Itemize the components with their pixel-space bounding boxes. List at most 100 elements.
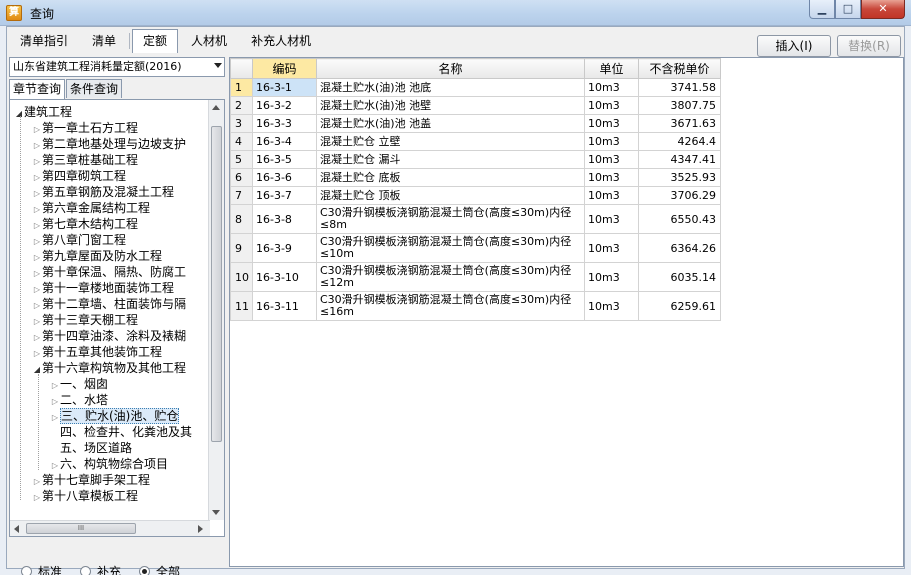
- code-cell[interactable]: 16-3-6: [252, 168, 317, 187]
- tree-node[interactable]: ▷ 第十章保温、隔热、防腐工: [12, 264, 208, 280]
- unit-cell[interactable]: 10m3: [584, 291, 639, 321]
- table-row[interactable]: 11 16-3-11 C30滑升钢模板浇钢筋混凝土筒仓(高度≤30m)内径≤16m 1…: [230, 291, 721, 321]
- row-number-cell[interactable]: 10: [230, 262, 253, 292]
- name-cell[interactable]: 混凝土贮仓 立壁: [316, 132, 585, 151]
- tree-node[interactable]: ▷ 六、构筑物综合项目: [12, 456, 208, 472]
- table-row[interactable]: 2 16-3-2 混凝土贮水(油)池 池壁 10m3 3807.75: [230, 96, 721, 115]
- name-cell[interactable]: C30滑升钢模板浇钢筋混凝土筒仓(高度≤30m)内径≤8m: [316, 204, 585, 234]
- scroll-up-icon[interactable]: [212, 105, 220, 110]
- name-cell[interactable]: 混凝土贮水(油)池 池盖: [316, 114, 585, 133]
- price-cell[interactable]: 3706.29: [638, 186, 721, 205]
- tree-horizontal-scroll-thumb[interactable]: III: [26, 523, 136, 534]
- name-cell[interactable]: 混凝土贮仓 底板: [316, 168, 585, 187]
- column-header-code[interactable]: 编码: [252, 58, 317, 79]
- tree-node[interactable]: ▷ 三、贮水(油)池、贮仓: [12, 408, 208, 424]
- tree-node[interactable]: ▷ 第四章砌筑工程: [12, 168, 208, 184]
- unit-cell[interactable]: 10m3: [584, 150, 639, 169]
- scroll-down-icon[interactable]: [212, 510, 220, 515]
- scroll-right-icon[interactable]: [198, 525, 203, 533]
- price-cell[interactable]: 4264.4: [638, 132, 721, 151]
- tree-node[interactable]: 五、场区道路: [12, 440, 208, 456]
- row-number-cell[interactable]: 3: [230, 114, 253, 133]
- tree-vertical-scroll-thumb[interactable]: [211, 126, 222, 442]
- tree-node[interactable]: ◢ 第十六章构筑物及其他工程: [12, 360, 208, 376]
- table-row[interactable]: 5 16-3-5 混凝土贮仓 漏斗 10m3 4347.41: [230, 150, 721, 169]
- code-cell[interactable]: 16-3-7: [252, 186, 317, 205]
- tree-node[interactable]: ▷ 第五章钢筋及混凝土工程: [12, 184, 208, 200]
- quota-library-select[interactable]: 山东省建筑工程消耗量定额(2016): [9, 57, 225, 77]
- unit-cell[interactable]: 10m3: [584, 168, 639, 187]
- tree-node[interactable]: ▷ 第六章金属结构工程: [12, 200, 208, 216]
- name-cell[interactable]: C30滑升钢模板浇钢筋混凝土筒仓(高度≤30m)内径≤10m: [316, 233, 585, 263]
- tab-3[interactable]: 人材机: [180, 29, 238, 51]
- row-number-cell[interactable]: 2: [230, 96, 253, 115]
- row-number-cell[interactable]: 1: [230, 78, 253, 97]
- column-header-name[interactable]: 名称: [316, 58, 585, 79]
- tree-node[interactable]: ▷ 第一章土石方工程: [12, 120, 208, 136]
- unit-cell[interactable]: 10m3: [584, 233, 639, 263]
- name-cell[interactable]: C30滑升钢模板浇钢筋混凝土筒仓(高度≤30m)内径≤12m: [316, 262, 585, 292]
- unit-cell[interactable]: 10m3: [584, 262, 639, 292]
- name-cell[interactable]: 混凝土贮水(油)池 池壁: [316, 96, 585, 115]
- code-cell[interactable]: 16-3-11: [252, 291, 317, 321]
- tree-node[interactable]: ▷ 一、烟囱: [12, 376, 208, 392]
- radio-button-icon[interactable]: [139, 566, 151, 575]
- filter-radio-2[interactable]: 全部: [139, 563, 180, 575]
- tree-node[interactable]: 四、检查井、化粪池及其: [12, 424, 208, 440]
- tree-node[interactable]: ◢ 建筑工程: [12, 104, 208, 120]
- row-number-cell[interactable]: 11: [230, 291, 253, 321]
- column-header-price[interactable]: 不含税单价: [638, 58, 721, 79]
- price-cell[interactable]: 3807.75: [638, 96, 721, 115]
- name-cell[interactable]: 混凝土贮仓 漏斗: [316, 150, 585, 169]
- price-cell[interactable]: 3671.63: [638, 114, 721, 133]
- filter-radio-0[interactable]: 标准: [21, 563, 62, 575]
- table-row[interactable]: 8 16-3-8 C30滑升钢模板浇钢筋混凝土筒仓(高度≤30m)内径≤8m 10m3…: [230, 204, 721, 234]
- price-cell[interactable]: 6035.14: [638, 262, 721, 292]
- table-row[interactable]: 4 16-3-4 混凝土贮仓 立壁 10m3 4264.4: [230, 132, 721, 151]
- tree-node[interactable]: ▷ 第十七章脚手架工程: [12, 472, 208, 488]
- tree-node[interactable]: ▷ 第九章屋面及防水工程: [12, 248, 208, 264]
- tree-node[interactable]: ▷ 第十一章楼地面装饰工程: [12, 280, 208, 296]
- price-cell[interactable]: 3525.93: [638, 168, 721, 187]
- insert-button[interactable]: 插入(I): [757, 35, 831, 57]
- table-row[interactable]: 7 16-3-7 混凝土贮仓 顶板 10m3 3706.29: [230, 186, 721, 205]
- price-cell[interactable]: 6364.26: [638, 233, 721, 263]
- tree-node[interactable]: ▷ 第十四章油漆、涂料及裱糊: [12, 328, 208, 344]
- table-row[interactable]: 3 16-3-3 混凝土贮水(油)池 池盖 10m3 3671.63: [230, 114, 721, 133]
- radio-button-icon[interactable]: [21, 566, 32, 575]
- code-cell[interactable]: 16-3-8: [252, 204, 317, 234]
- subtab-0[interactable]: 章节查询: [9, 79, 66, 99]
- code-cell[interactable]: 16-3-5: [252, 150, 317, 169]
- price-cell[interactable]: 6259.61: [638, 291, 721, 321]
- unit-cell[interactable]: 10m3: [584, 96, 639, 115]
- row-number-cell[interactable]: 6: [230, 168, 253, 187]
- code-cell[interactable]: 16-3-2: [252, 96, 317, 115]
- close-icon[interactable]: ✕: [861, 0, 905, 19]
- code-cell[interactable]: 16-3-3: [252, 114, 317, 133]
- unit-cell[interactable]: 10m3: [584, 78, 639, 97]
- name-cell[interactable]: C30滑升钢模板浇钢筋混凝土筒仓(高度≤30m)内径≤16m: [316, 291, 585, 321]
- subtab-1[interactable]: 条件查询: [66, 79, 123, 98]
- price-cell[interactable]: 3741.58: [638, 78, 721, 97]
- name-cell[interactable]: 混凝土贮水(油)池 池底: [316, 78, 585, 97]
- price-cell[interactable]: 4347.41: [638, 150, 721, 169]
- tree-horizontal-scrollbar[interactable]: III: [10, 520, 210, 536]
- tree-node[interactable]: ▷ 第十二章墙、柱面装饰与隔: [12, 296, 208, 312]
- code-cell[interactable]: 16-3-4: [252, 132, 317, 151]
- table-row[interactable]: 10 16-3-10 C30滑升钢模板浇钢筋混凝土筒仓(高度≤30m)内径≤12m 1…: [230, 262, 721, 292]
- tree-node[interactable]: ▷ 第七章木结构工程: [12, 216, 208, 232]
- row-number-cell[interactable]: 9: [230, 233, 253, 263]
- table-row[interactable]: 1 16-3-1 混凝土贮水(油)池 池底 10m3 3741.58: [230, 78, 721, 97]
- maximize-icon[interactable]: □: [835, 0, 861, 19]
- collapsed-triangle-icon[interactable]: ▷: [32, 490, 42, 504]
- tab-2[interactable]: 定额: [132, 29, 179, 53]
- row-number-cell[interactable]: 8: [230, 204, 253, 234]
- table-row[interactable]: 6 16-3-6 混凝土贮仓 底板 10m3 3525.93: [230, 168, 721, 187]
- table-row[interactable]: 9 16-3-9 C30滑升钢模板浇钢筋混凝土筒仓(高度≤30m)内径≤10m 10m…: [230, 233, 721, 263]
- row-number-cell[interactable]: 7: [230, 186, 253, 205]
- code-cell[interactable]: 16-3-9: [252, 233, 317, 263]
- name-cell[interactable]: 混凝土贮仓 顶板: [316, 186, 585, 205]
- tree-node[interactable]: ▷ 第三章桩基础工程: [12, 152, 208, 168]
- tree-node[interactable]: ▷ 第十八章模板工程: [12, 488, 208, 504]
- code-cell[interactable]: 16-3-10: [252, 262, 317, 292]
